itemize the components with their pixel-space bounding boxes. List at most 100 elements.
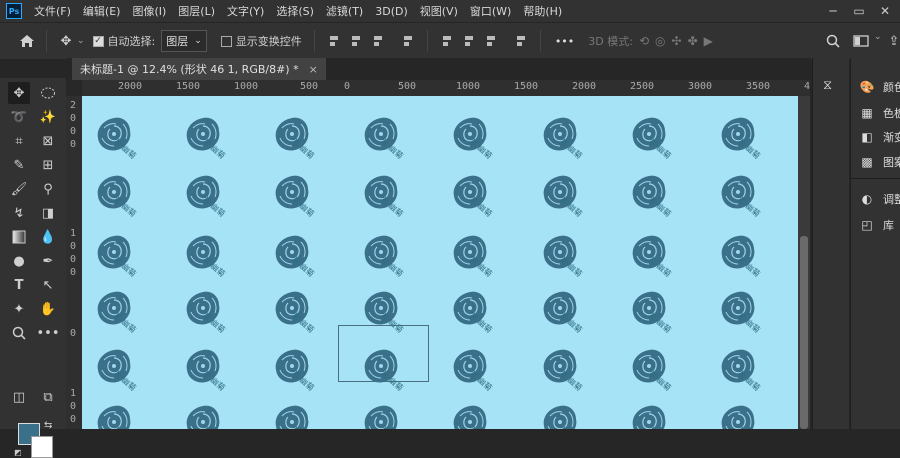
pattern-tile: 紫·幽菊 xyxy=(92,230,162,290)
panel-gradients[interactable]: ◧ 渐变 xyxy=(859,126,900,148)
zoom-tool-icon[interactable] xyxy=(8,322,30,344)
toolbox: ✥ ➰ ✨ ⌗ ⊠ ✎ ⊞ 🖌 ⚲ ↯ ◨ 💧 ● ✒ T ↖ ✦ ✋ ••• … xyxy=(0,78,67,458)
eyedropper-icon[interactable]: ✎ xyxy=(8,154,30,176)
align-bottom-icon[interactable] xyxy=(484,34,498,48)
elliptical-marquee-icon[interactable] xyxy=(37,82,59,104)
menu-edit[interactable]: 编辑(E) xyxy=(83,3,121,19)
pattern-tile: 紫·幽菊 xyxy=(270,112,340,172)
panel-libraries[interactable]: ◰ 库 xyxy=(859,214,894,236)
edit-toolbar-icon[interactable]: ••• xyxy=(37,322,60,344)
show-transform-label: 显示变换控件 xyxy=(235,35,302,48)
dodge-tool-icon[interactable]: ● xyxy=(8,250,30,272)
menu-bar: Ps 文件(F) 编辑(E) 图像(I) 图层(L) 文字(Y) 选择(S) 滤… xyxy=(0,0,900,22)
canvas-area[interactable]: 2000 1500 1000 500 0 500 1000 1500 2000 … xyxy=(66,80,810,429)
custom-shape-icon[interactable]: ✦ xyxy=(8,298,30,320)
pattern-tile: 紫·幽菊 xyxy=(716,230,786,290)
3d-camera-icon[interactable]: ▶ xyxy=(704,34,713,48)
menu-window[interactable]: 窗口(W) xyxy=(470,3,511,19)
pattern-tile: 紫·幽菊 xyxy=(270,230,340,290)
workspace-icon[interactable] xyxy=(850,30,872,52)
panel-patterns[interactable]: ▩ 图案 xyxy=(859,151,900,173)
ruler-label: 0 xyxy=(70,414,77,425)
default-colors-icon[interactable]: ◩ xyxy=(14,448,22,457)
align-left-icon[interactable] xyxy=(327,34,341,48)
auto-select-checkbox[interactable]: ✓ xyxy=(92,35,104,47)
search-icon[interactable] xyxy=(822,30,844,52)
align-top-icon[interactable] xyxy=(440,34,454,48)
menu-3d[interactable]: 3D(D) xyxy=(375,5,408,18)
panel-color[interactable]: 🎨 颜色 xyxy=(859,76,900,98)
close-tab-icon[interactable]: × xyxy=(309,63,318,76)
type-tool-icon[interactable]: T xyxy=(8,274,30,296)
panel-swatches[interactable]: ▦ 色板 xyxy=(859,102,900,124)
brush-tool-icon[interactable]: 🖌 xyxy=(8,178,30,200)
pattern-tile: 紫·幽菊 xyxy=(627,344,697,404)
eraser-tool-icon[interactable]: ◨ xyxy=(37,202,59,224)
menu-type[interactable]: 文字(Y) xyxy=(227,3,264,19)
minimize-icon[interactable]: ─ xyxy=(820,0,846,22)
tool-preset-chevron-icon[interactable]: ⌄ xyxy=(77,36,85,46)
background-color-swatch[interactable] xyxy=(31,436,53,458)
scrollbar-thumb[interactable] xyxy=(800,236,808,429)
quick-mask-icon[interactable]: ◫ xyxy=(8,386,30,408)
vertical-scrollbar[interactable] xyxy=(798,96,810,429)
pattern-tile: 紫·幽菊 xyxy=(448,112,518,172)
show-transform-checkbox[interactable] xyxy=(220,35,232,47)
pattern-tile: 紫·幽菊 xyxy=(92,344,162,404)
ruler-label: 0 xyxy=(70,401,77,412)
menu-filter[interactable]: 滤镜(T) xyxy=(326,3,363,19)
magic-wand-icon[interactable]: ✨ xyxy=(37,106,59,128)
lasso-tool-icon[interactable]: ➰ xyxy=(8,106,30,128)
menu-view[interactable]: 视图(V) xyxy=(420,3,458,19)
hand-tool-icon[interactable]: ✋ xyxy=(37,298,59,320)
spot-healing-icon[interactable]: ⊞ xyxy=(37,154,59,176)
menu-file[interactable]: 文件(F) xyxy=(34,3,71,19)
3d-drag-icon[interactable]: ✣ xyxy=(672,34,682,48)
auto-select-dropdown[interactable]: 图层 ⌄ xyxy=(161,30,207,52)
pattern-tile: 紫·幽菊 xyxy=(359,230,429,290)
menu-help[interactable]: 帮助(H) xyxy=(523,3,562,19)
swap-colors-icon[interactable]: ⇆ xyxy=(44,420,52,431)
align-vertical-center-icon[interactable] xyxy=(462,34,476,48)
move-tool-icon[interactable]: ✥ xyxy=(8,82,30,104)
ruler-label: 0 xyxy=(70,254,77,265)
menu-select[interactable]: 选择(S) xyxy=(276,3,314,19)
3d-roll-icon[interactable]: ◎ xyxy=(655,34,665,48)
horizontal-ruler: 2000 1500 1000 500 0 500 1000 1500 2000 … xyxy=(82,80,810,97)
path-selection-icon[interactable]: ↖ xyxy=(37,274,59,296)
panel-adjustments[interactable]: ◐ 调整 xyxy=(859,188,900,210)
libraries-icon: ◰ xyxy=(861,218,873,232)
blur-tool-icon[interactable]: 💧 xyxy=(37,226,59,248)
distribute-horizontal-icon[interactable] xyxy=(514,34,528,48)
distribute-vertical-icon[interactable] xyxy=(401,34,415,48)
pattern-tile: 紫·幽菊 xyxy=(181,286,251,346)
align-right-icon[interactable] xyxy=(371,34,385,48)
pattern-tile: 紫·幽菊 xyxy=(448,286,518,346)
menu-layer[interactable]: 图层(L) xyxy=(178,3,215,19)
history-panel-icon[interactable]: ⧖ xyxy=(823,78,832,93)
more-options-button[interactable]: ••• xyxy=(555,35,574,48)
align-horizontal-center-icon[interactable] xyxy=(349,34,363,48)
history-brush-icon[interactable]: ↯ xyxy=(8,202,30,224)
pattern-tile: 紫·幽菊 xyxy=(716,286,786,346)
crop-tool-icon[interactable]: ⌗ xyxy=(8,130,30,152)
document-tab[interactable]: 未标题-1 @ 12.4% (形状 46 1, RGB/8#) * × xyxy=(72,58,326,80)
pen-tool-icon[interactable]: ✒ xyxy=(37,250,59,272)
pattern-tile: 紫·幽菊 xyxy=(716,170,786,230)
clone-stamp-icon[interactable]: ⚲ xyxy=(37,178,59,200)
close-window-icon[interactable]: ✕ xyxy=(872,0,898,22)
frame-tool-icon[interactable]: ⊠ xyxy=(37,130,59,152)
screen-mode-icon[interactable]: ⧉ xyxy=(37,386,59,408)
gradient-tool-icon[interactable] xyxy=(8,226,30,248)
3d-orbit-icon[interactable]: ⟲ xyxy=(639,34,649,48)
share-icon[interactable]: ⇪ xyxy=(888,30,900,52)
move-tool-icon[interactable]: ✥ xyxy=(55,30,77,52)
menu-image[interactable]: 图像(I) xyxy=(132,3,166,19)
ruler-label: 3500 xyxy=(746,81,771,92)
document-canvas[interactable]: 紫·幽菊 紫·幽菊 紫·幽菊 紫·幽菊 紫·幽菊 紫·幽菊 紫·幽菊 紫·幽菊 紫·幽菊 紫·幽菊… xyxy=(82,96,798,429)
swatches-icon: ▦ xyxy=(861,106,873,120)
workspace-chevron-icon[interactable]: ⌄ xyxy=(874,32,882,42)
3d-slide-icon[interactable]: ✤ xyxy=(688,34,698,48)
maximize-icon[interactable]: ▭ xyxy=(846,0,872,22)
home-icon[interactable] xyxy=(16,30,38,52)
